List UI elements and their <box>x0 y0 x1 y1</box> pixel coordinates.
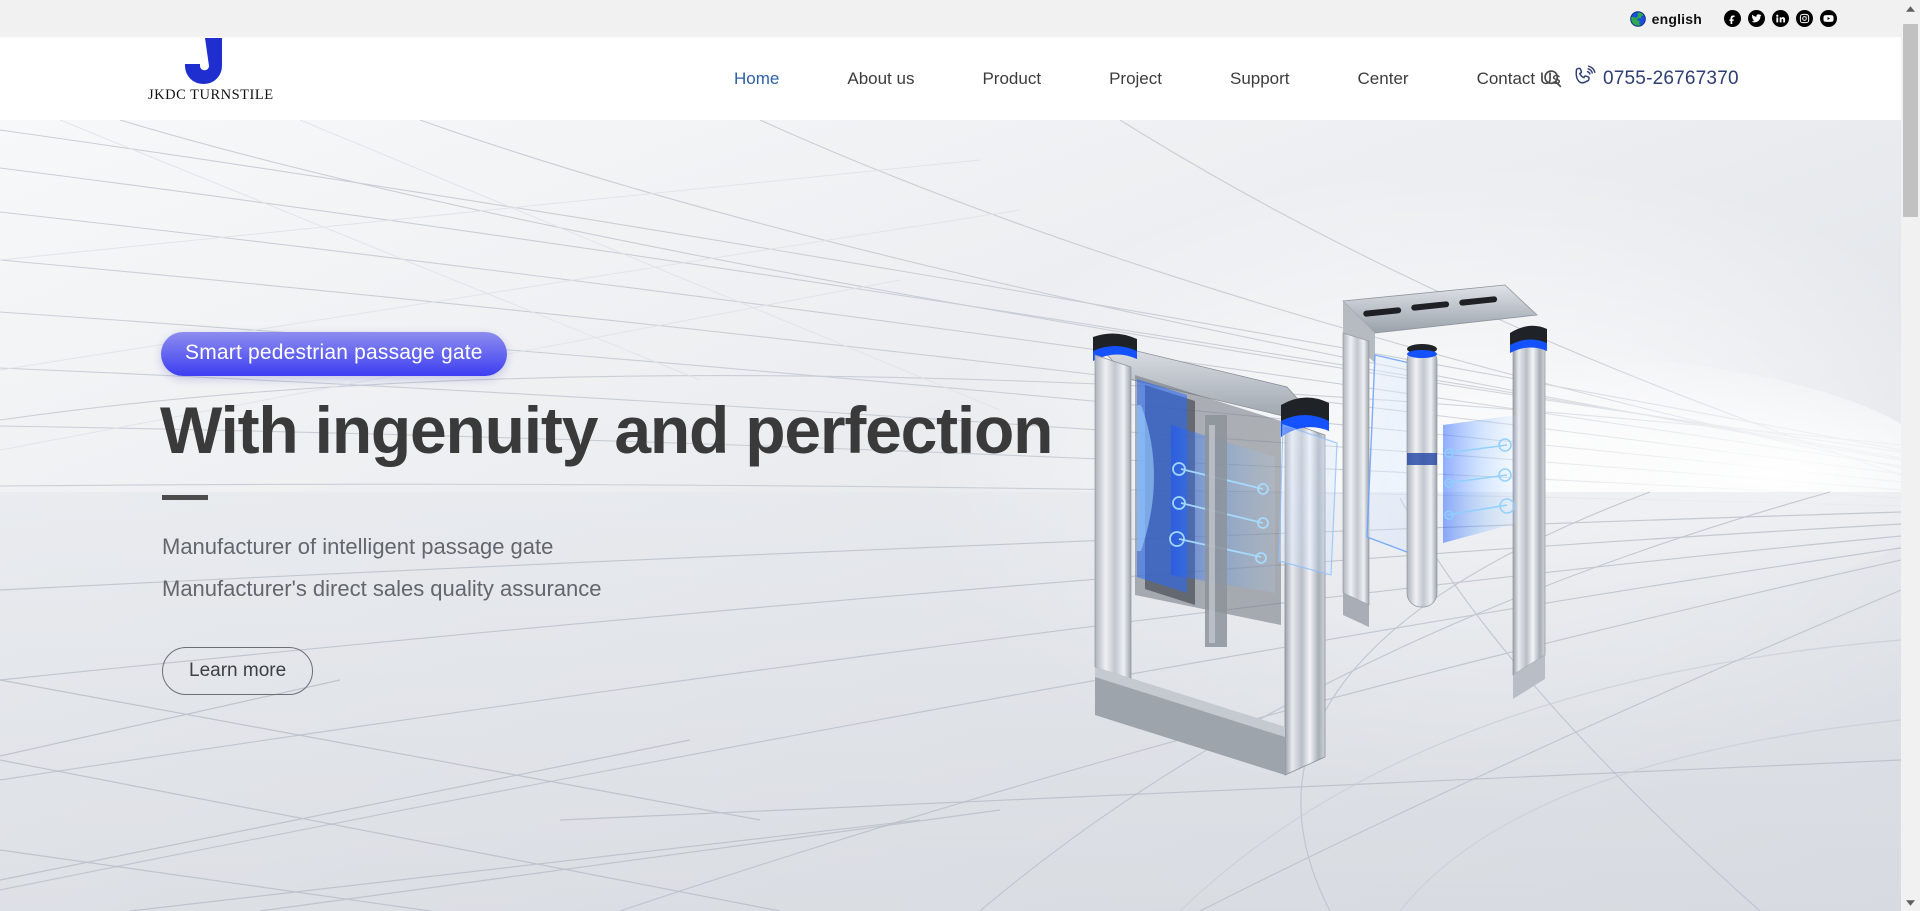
logo-wordmark: JKDC TURNSTILE <box>148 87 274 103</box>
nav-item-home[interactable]: Home <box>700 37 813 120</box>
phone-ringing-icon <box>1574 65 1596 92</box>
nav-item-support[interactable]: Support <box>1196 37 1324 120</box>
language-label: english <box>1651 10 1702 27</box>
search-icon[interactable] <box>1540 67 1564 91</box>
scroll-up-arrow-icon[interactable] <box>1901 0 1920 17</box>
site-header: JKDC TURNSTILE Home About us Product Pro… <box>0 37 1901 120</box>
social-links <box>1724 10 1837 27</box>
page-viewport: english JKDC TURNSTILE Home About us Pro… <box>0 0 1901 911</box>
hero-badge: Smart pedestrian passage gate <box>161 332 507 376</box>
learn-more-button[interactable]: Learn more <box>162 647 314 695</box>
facebook-icon[interactable] <box>1724 10 1741 27</box>
scrollbar-thumb[interactable] <box>1903 24 1918 217</box>
letter-j-mark <box>148 34 253 86</box>
site-logo[interactable]: JKDC TURNSTILE <box>148 34 274 104</box>
twitter-icon[interactable] <box>1748 10 1765 27</box>
phone-contact[interactable]: 0755-26767370 <box>1574 65 1739 92</box>
nav-item-about-us[interactable]: About us <box>813 37 948 120</box>
youtube-icon[interactable] <box>1820 10 1837 27</box>
hero-subtitle-2: Manufacturer's direct sales quality assu… <box>162 576 602 601</box>
hero-carousel: Smart pedestrian passage gate With ingen… <box>0 120 1901 911</box>
nav-item-center[interactable]: Center <box>1324 37 1443 120</box>
hero-title: With ingenuity and perfection <box>160 393 1053 467</box>
instagram-icon[interactable] <box>1796 10 1813 27</box>
nav-item-project[interactable]: Project <box>1075 37 1196 120</box>
scroll-down-arrow-icon[interactable] <box>1901 894 1920 911</box>
top-utility-bar: english <box>0 0 1901 37</box>
browser-page: english JKDC TURNSTILE Home About us Pro… <box>0 0 1920 911</box>
header-actions: 0755-26767370 <box>1540 37 1739 120</box>
hero-divider <box>162 495 208 500</box>
main-navigation: Home About us Product Project Support Ce… <box>700 37 1595 120</box>
hero-subtitle-1: Manufacturer of intelligent passage gate <box>162 534 554 559</box>
vertical-scrollbar[interactable] <box>1901 0 1920 911</box>
nav-item-product[interactable]: Product <box>948 37 1075 120</box>
phone-number: 0755-26767370 <box>1603 67 1739 89</box>
linkedin-icon[interactable] <box>1772 10 1789 27</box>
language-switcher[interactable]: english <box>1629 10 1702 27</box>
hero-content: Smart pedestrian passage gate With ingen… <box>160 120 1260 911</box>
globe-icon <box>1629 10 1646 27</box>
